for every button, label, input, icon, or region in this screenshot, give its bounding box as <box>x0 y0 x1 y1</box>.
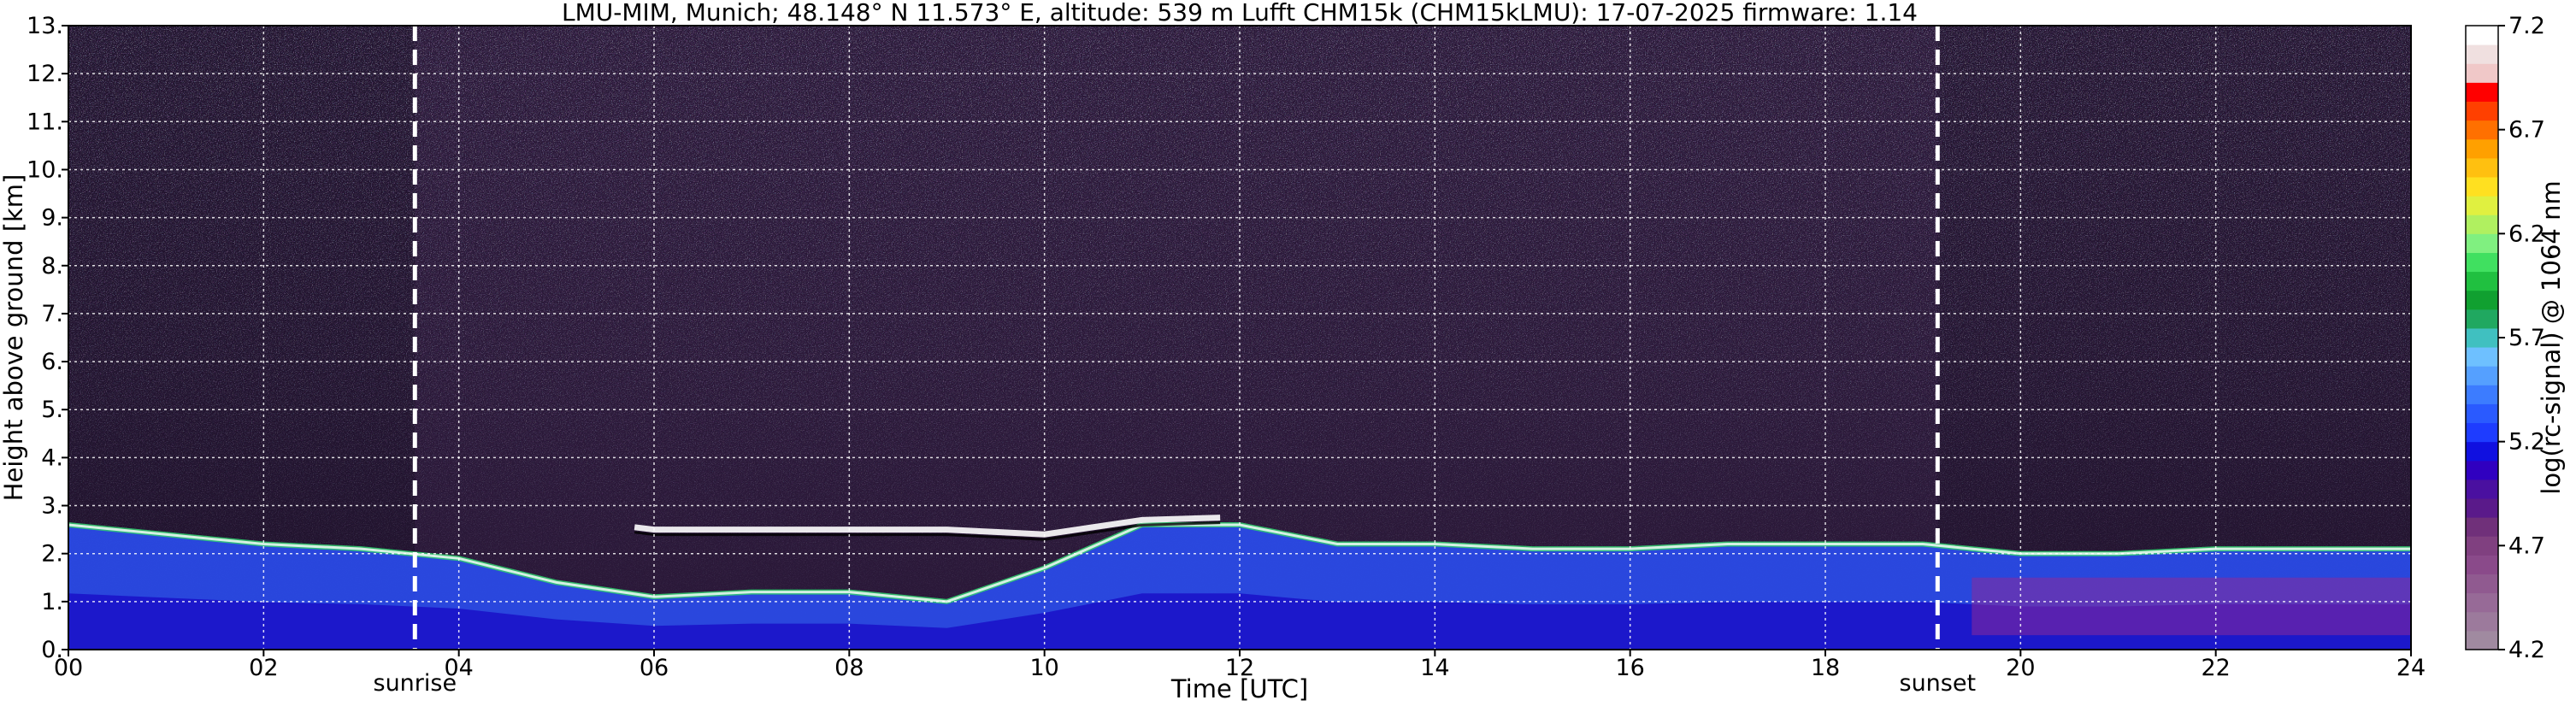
colorbar-swatch <box>2466 327 2498 348</box>
y-tick-label: 11. <box>27 109 63 135</box>
colorbar-swatch <box>2466 536 2498 556</box>
x-tick-label: 22 <box>2201 655 2230 681</box>
colorbar-tick-label: 7.2 <box>2508 13 2545 39</box>
x-tick-label: 06 <box>640 655 669 681</box>
y-tick-label: 13. <box>27 13 63 39</box>
colorbar-swatch <box>2466 233 2498 253</box>
ceilometer-chart: 00 02 04 06 08 10 12 14 16 18 20 22 24 0.1.2.3.4.5.6… <box>0 0 2566 703</box>
colorbar-swatch <box>2466 101 2498 121</box>
colorbar-swatch <box>2466 498 2498 518</box>
y-tick-label: 9. <box>41 205 63 232</box>
colorbar-swatch <box>2466 252 2498 273</box>
y-axis-title: Height above ground [km] <box>0 174 28 502</box>
colorbar-swatch <box>2466 290 2498 310</box>
colorbar-tick-label: 4.2 <box>2508 637 2545 663</box>
colorbar-swatch <box>2466 555 2498 575</box>
y-tick-label: 0. <box>41 637 63 663</box>
x-axis-title: Time [UTC] <box>1170 674 1308 703</box>
colorbar-swatch <box>2466 517 2498 537</box>
colorbar-tick-label: 4.7 <box>2508 532 2545 559</box>
y-tick-label: 2. <box>41 541 63 568</box>
colorbar-swatch <box>2466 120 2498 140</box>
colorbar-swatch <box>2466 309 2498 329</box>
colorbar-swatch <box>2466 215 2498 234</box>
residual-layer <box>1972 577 2411 636</box>
colorbar-swatch <box>2466 403 2498 424</box>
colorbar-swatch <box>2466 176 2498 197</box>
colorbar-swatch <box>2466 157 2498 178</box>
x-tick-label: 16 <box>1615 655 1644 681</box>
y-tick-label: 10. <box>27 156 63 183</box>
y-tick-label: 12. <box>27 61 63 87</box>
colorbar-swatch <box>2466 366 2498 385</box>
sunrise-label: sunrise <box>374 670 457 697</box>
colorbar-swatch <box>2466 347 2498 367</box>
y-tick-label: 7. <box>41 301 63 327</box>
colorbar-swatch <box>2466 138 2498 159</box>
y-tick-label: 4. <box>41 444 63 471</box>
x-tick-label: 02 <box>249 655 278 681</box>
colorbar-swatch <box>2466 422 2498 443</box>
x-tick-label: 14 <box>1420 655 1449 681</box>
x-tick-label: 10 <box>1029 655 1058 681</box>
sunset-label: sunset <box>1900 670 1977 697</box>
colorbar-swatch <box>2466 574 2498 594</box>
colorbar-swatch <box>2466 441 2498 462</box>
chart-title: LMU-MIM, Munich; 48.148° N 11.573° E, al… <box>562 0 1918 26</box>
colorbar-swatch <box>2466 385 2498 404</box>
y-tick-label: 1. <box>41 589 63 615</box>
x-tick-label: 20 <box>2006 655 2035 681</box>
colorbar-swatch <box>2466 26 2498 45</box>
y-tick-label: 3. <box>41 493 63 520</box>
plot-area <box>68 26 2411 650</box>
colorbar-swatch <box>2466 630 2498 650</box>
colorbar: 4.24.75.25.76.26.77.2 <box>2465 13 2545 663</box>
colorbar-swatch <box>2466 82 2498 102</box>
colorbar-swatch <box>2466 63 2498 83</box>
x-tick-label: 24 <box>2396 655 2426 681</box>
colorbar-tick-label: 6.7 <box>2508 117 2545 144</box>
colorbar-swatch <box>2466 44 2498 64</box>
colorbar-swatch <box>2466 196 2498 215</box>
x-tick-label: 08 <box>834 655 864 681</box>
x-tick-label: 18 <box>1811 655 1840 681</box>
y-tick-label: 6. <box>41 349 63 375</box>
colorbar-swatch <box>2466 479 2498 499</box>
colorbar-title: log(rc-signal) @ 1064 nm <box>2537 180 2566 494</box>
colorbar-swatch <box>2466 460 2498 480</box>
y-tick-label: 8. <box>41 253 63 279</box>
colorbar-swatch <box>2466 271 2498 291</box>
colorbar-swatch <box>2466 611 2498 632</box>
colorbar-swatch <box>2466 592 2498 613</box>
y-axis: 0. 1. 2. 3. 4. 5. 6. 7. 8. 9. 10. 11. 12. 13. <box>27 13 68 663</box>
y-tick-label: 5. <box>41 397 63 423</box>
